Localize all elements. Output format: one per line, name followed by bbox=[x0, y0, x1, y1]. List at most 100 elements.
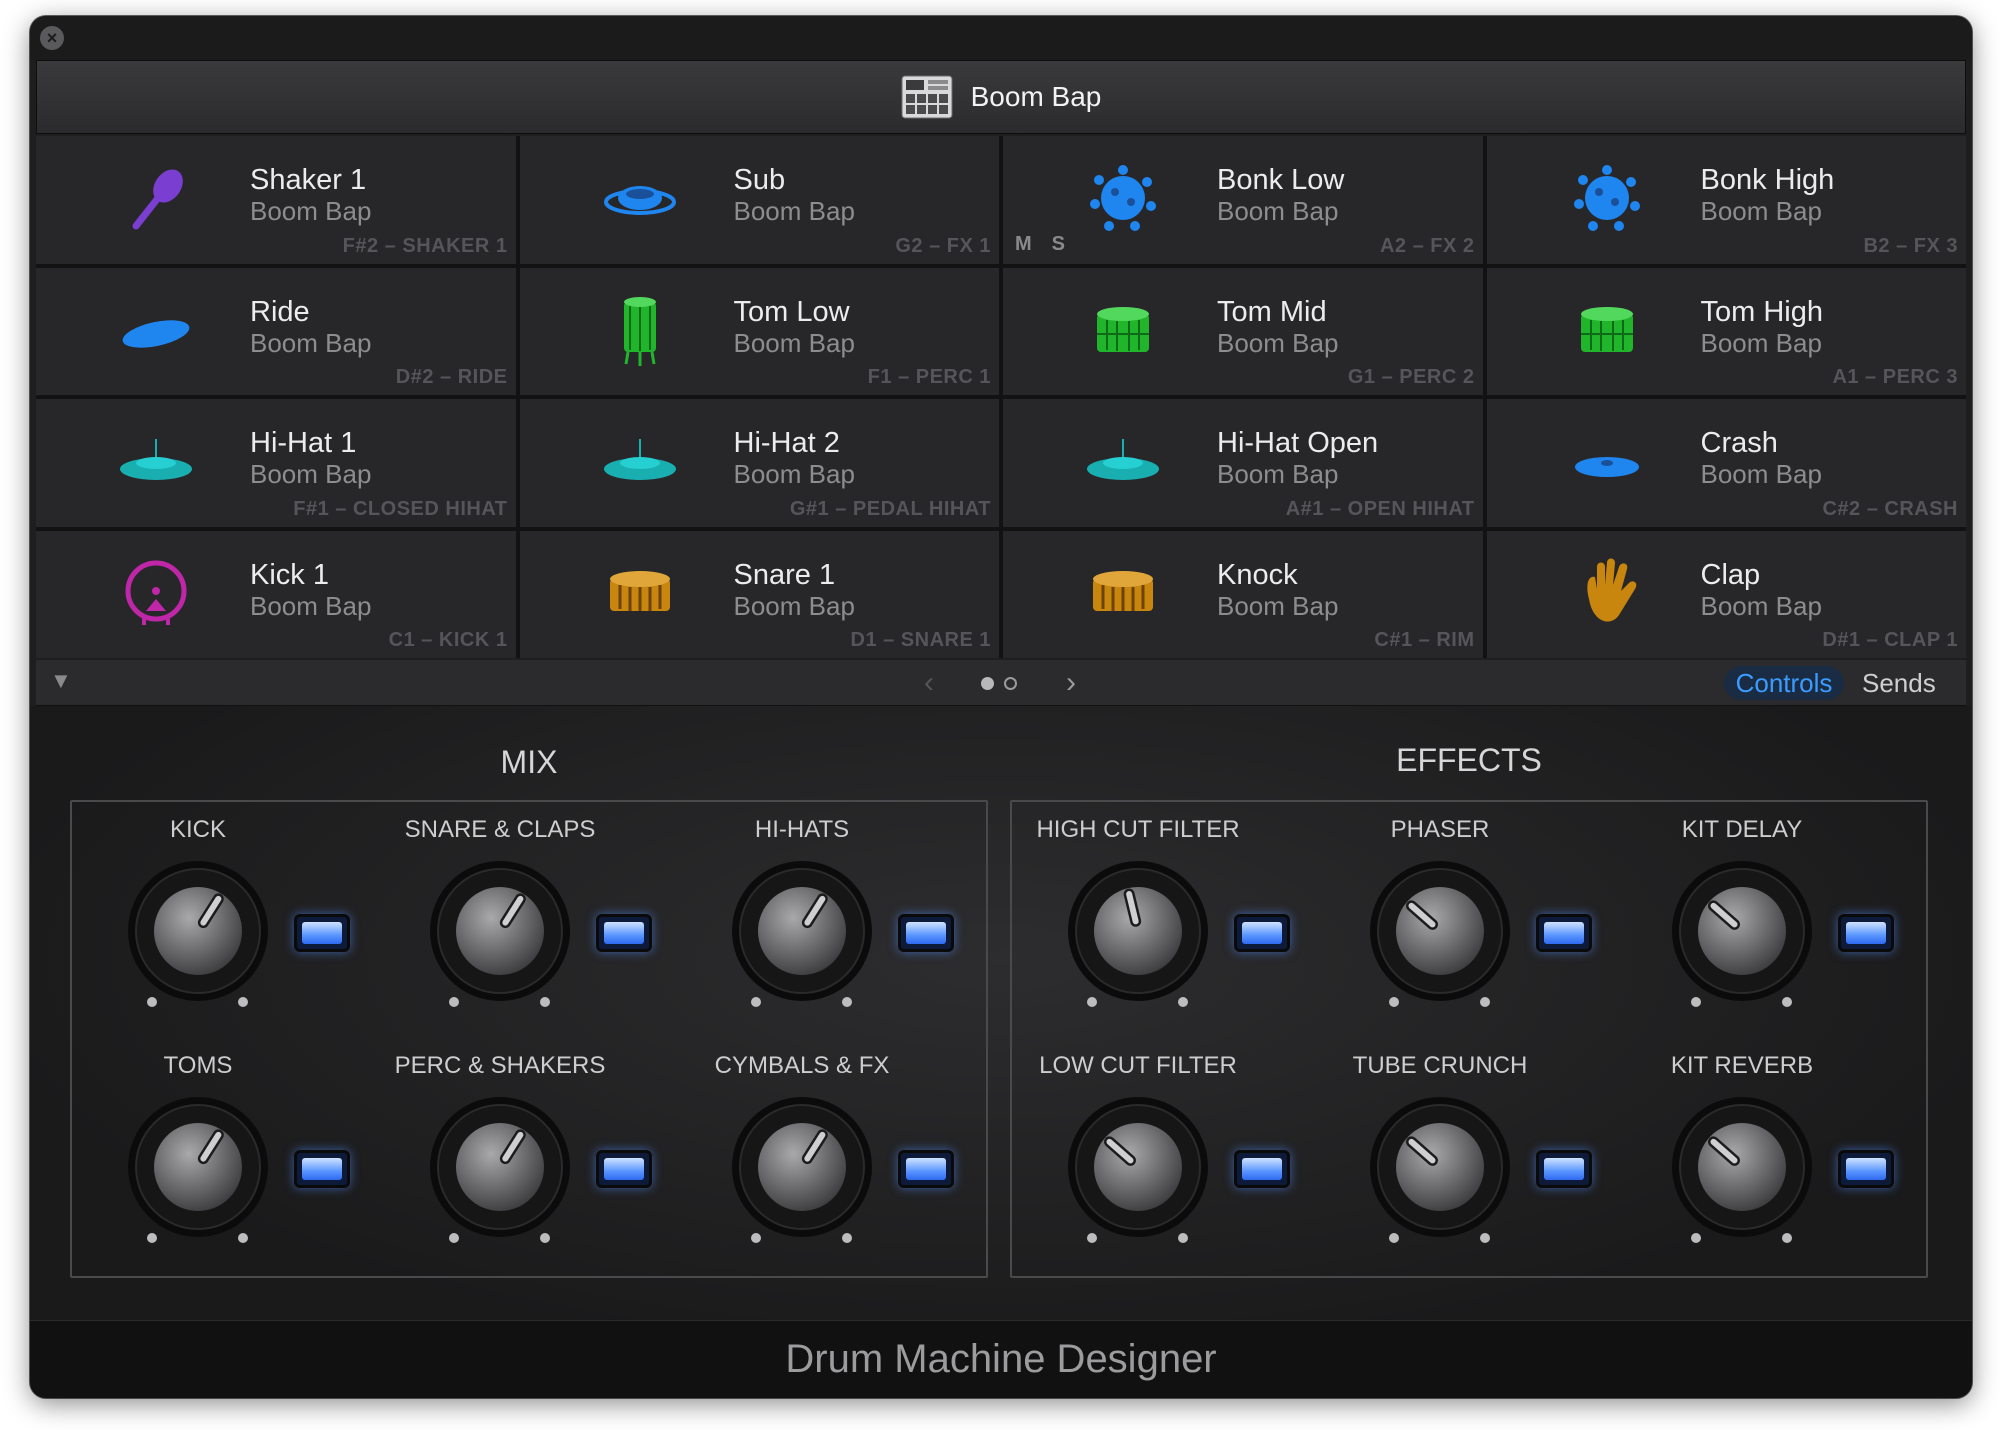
pad-kit-name: Boom Bap bbox=[1700, 327, 1822, 358]
kick-drum-icon bbox=[116, 553, 196, 633]
floor-tom-icon bbox=[600, 290, 680, 370]
enable-led-button[interactable] bbox=[898, 914, 954, 952]
knob-min-dot bbox=[751, 997, 761, 1007]
enable-led-button[interactable] bbox=[1838, 914, 1894, 952]
page-dot[interactable] bbox=[1004, 677, 1017, 690]
knob-max-dot bbox=[842, 1233, 852, 1243]
drum-pad[interactable]: Shaker 1 Boom Bap F#2 – SHAKER 1 bbox=[36, 136, 516, 264]
drum-pad[interactable]: Snare 1 Boom Bap D1 – SNARE 1 bbox=[519, 530, 999, 658]
knob-min-dot bbox=[147, 997, 157, 1007]
mute-button[interactable]: M bbox=[1015, 233, 1032, 255]
pad-name: Knock bbox=[1217, 558, 1298, 591]
page-indicator[interactable] bbox=[981, 677, 1017, 690]
pad-name: Tom High bbox=[1700, 295, 1824, 328]
enable-led-button[interactable] bbox=[1234, 1150, 1290, 1188]
drum-pad[interactable]: Tom High Boom Bap A1 – PERC 3 bbox=[1486, 267, 1966, 395]
control-group: TOMS bbox=[80, 1038, 380, 1258]
enable-led-button[interactable] bbox=[898, 1150, 954, 1188]
drum-pad[interactable]: Hi-Hat 1 Boom Bap F#1 – CLOSED HIHAT bbox=[36, 399, 516, 527]
rotary-knob[interactable] bbox=[1065, 858, 1211, 1007]
drum-pad[interactable]: Tom Low Boom Bap F1 – PERC 1 bbox=[519, 267, 999, 395]
hihat-icon bbox=[1083, 421, 1163, 501]
rotary-knob[interactable] bbox=[1669, 858, 1815, 1007]
pad-note-label: C#1 – RIM bbox=[1374, 629, 1475, 651]
rotary-knob[interactable] bbox=[125, 858, 271, 1007]
pad-name: Snare 1 bbox=[733, 558, 836, 591]
page-next-icon[interactable]: › bbox=[1066, 666, 1076, 700]
control-group: TUBE CRUNCH bbox=[1322, 1038, 1622, 1258]
drum-pad[interactable]: Crash Boom Bap C#2 – CRASH bbox=[1486, 399, 1966, 527]
rotary-knob[interactable] bbox=[1065, 1094, 1211, 1243]
rotary-knob[interactable] bbox=[427, 1094, 573, 1243]
page-dot[interactable] bbox=[981, 677, 994, 690]
pad-kit-name: Boom Bap bbox=[1217, 327, 1339, 358]
pad-note-label: A2 – FX 2 bbox=[1379, 234, 1475, 257]
rotary-knob[interactable] bbox=[729, 858, 875, 1007]
pad-kit-name: Boom Bap bbox=[250, 327, 372, 358]
close-icon[interactable]: × bbox=[40, 26, 64, 50]
drum-pad[interactable]: Tom Mid Boom Bap G1 – PERC 2 bbox=[1003, 267, 1483, 395]
footer: Drum Machine Designer bbox=[30, 1320, 1972, 1398]
pad-note-label: G#1 – PEDAL HIHAT bbox=[789, 497, 991, 520]
drum-pad[interactable]: Ride Boom Bap D#2 – RIDE bbox=[36, 267, 516, 395]
knob-min-dot bbox=[1087, 1233, 1097, 1243]
rotary-knob[interactable] bbox=[729, 1094, 875, 1243]
pad-note-label: G1 – PERC 2 bbox=[1347, 366, 1475, 388]
drum-pad[interactable]: Hi-Hat Open Boom Bap A#1 – OPEN HIHAT bbox=[1003, 399, 1483, 527]
drum-pad[interactable]: Knock Boom Bap C#1 – RIM bbox=[1003, 530, 1483, 658]
enable-led-button[interactable] bbox=[1234, 914, 1290, 952]
snare-drum-icon bbox=[1083, 553, 1163, 633]
drum-pad[interactable]: Clap Boom Bap D#1 – CLAP 1 bbox=[1486, 530, 1966, 658]
rotary-knob[interactable] bbox=[1367, 858, 1513, 1007]
drum-pad[interactable]: Bonk Low Boom Bap A2 – FX 2 MS bbox=[1003, 136, 1483, 264]
pad-name: Bonk Low bbox=[1217, 164, 1345, 196]
page-prev-icon[interactable]: ‹ bbox=[924, 666, 934, 700]
rotary-knob[interactable] bbox=[427, 858, 573, 1007]
control-group: SNARE & CLAPS bbox=[382, 802, 682, 1022]
enable-led-button[interactable] bbox=[596, 914, 652, 952]
knob-min-dot bbox=[751, 1233, 761, 1243]
knob-max-dot bbox=[540, 1233, 550, 1243]
controls-area: MIX EFFECTS KICK SNARE & CLAPS HI-HATS T… bbox=[30, 706, 1972, 1336]
control-group: LOW CUT FILTER bbox=[1020, 1038, 1320, 1258]
splash-icon bbox=[1083, 158, 1163, 238]
mute-solo-buttons: MS bbox=[1015, 233, 1065, 256]
knob-max-dot bbox=[1480, 997, 1490, 1007]
control-label: TUBE CRUNCH bbox=[1352, 1052, 1528, 1079]
control-label: LOW CUT FILTER bbox=[1039, 1052, 1237, 1079]
enable-led-button[interactable] bbox=[1838, 1150, 1894, 1188]
enable-led-button[interactable] bbox=[596, 1150, 652, 1188]
pad-name: Shaker 1 bbox=[250, 164, 367, 196]
mix-panel: KICK SNARE & CLAPS HI-HATS TOMS PERC & S… bbox=[70, 800, 988, 1278]
pad-kit-name: Boom Bap bbox=[733, 459, 855, 489]
pad-name: Ride bbox=[250, 295, 310, 328]
pad-grid: Shaker 1 Boom Bap F#2 – SHAKER 1 Sub Boom Ba… bbox=[36, 136, 1966, 658]
enable-led-button[interactable] bbox=[1536, 914, 1592, 952]
knob-min-dot bbox=[1691, 1233, 1701, 1243]
solo-button[interactable]: S bbox=[1052, 233, 1065, 255]
control-label: TOMS bbox=[163, 1052, 233, 1079]
collapse-arrow-icon[interactable]: ▼ bbox=[50, 668, 72, 694]
kit-header[interactable]: Boom Bap bbox=[36, 60, 1966, 134]
control-group: KIT REVERB bbox=[1624, 1038, 1924, 1258]
drum-pad[interactable]: Kick 1 Boom Bap C1 – KICK 1 bbox=[36, 530, 516, 658]
pad-note-label: C#2 – CRASH bbox=[1822, 497, 1958, 520]
pad-name: Hi-Hat Open bbox=[1217, 427, 1379, 459]
control-group: PERC & SHAKERS bbox=[382, 1038, 682, 1258]
rotary-knob[interactable] bbox=[1669, 1094, 1815, 1243]
rotary-knob[interactable] bbox=[1367, 1094, 1513, 1243]
enable-led-button[interactable] bbox=[294, 914, 350, 952]
drum-pad[interactable]: Hi-Hat 2 Boom Bap G#1 – PEDAL HIHAT bbox=[519, 399, 999, 527]
knob-max-dot bbox=[1480, 1233, 1490, 1243]
splash-icon bbox=[1567, 158, 1647, 238]
tab-controls[interactable]: Controls bbox=[1724, 666, 1844, 700]
drum-pad[interactable]: Bonk High Boom Bap B2 – FX 3 bbox=[1486, 136, 1966, 264]
drum-pad[interactable]: Sub Boom Bap G2 – FX 1 bbox=[519, 136, 999, 264]
tab-sends[interactable]: Sends bbox=[1862, 666, 1936, 700]
enable-led-button[interactable] bbox=[294, 1150, 350, 1188]
knob-max-dot bbox=[842, 997, 852, 1007]
pad-kit-name: Boom Bap bbox=[250, 459, 372, 489]
control-label: PERC & SHAKERS bbox=[394, 1052, 606, 1079]
rotary-knob[interactable] bbox=[125, 1094, 271, 1243]
enable-led-button[interactable] bbox=[1536, 1150, 1592, 1188]
